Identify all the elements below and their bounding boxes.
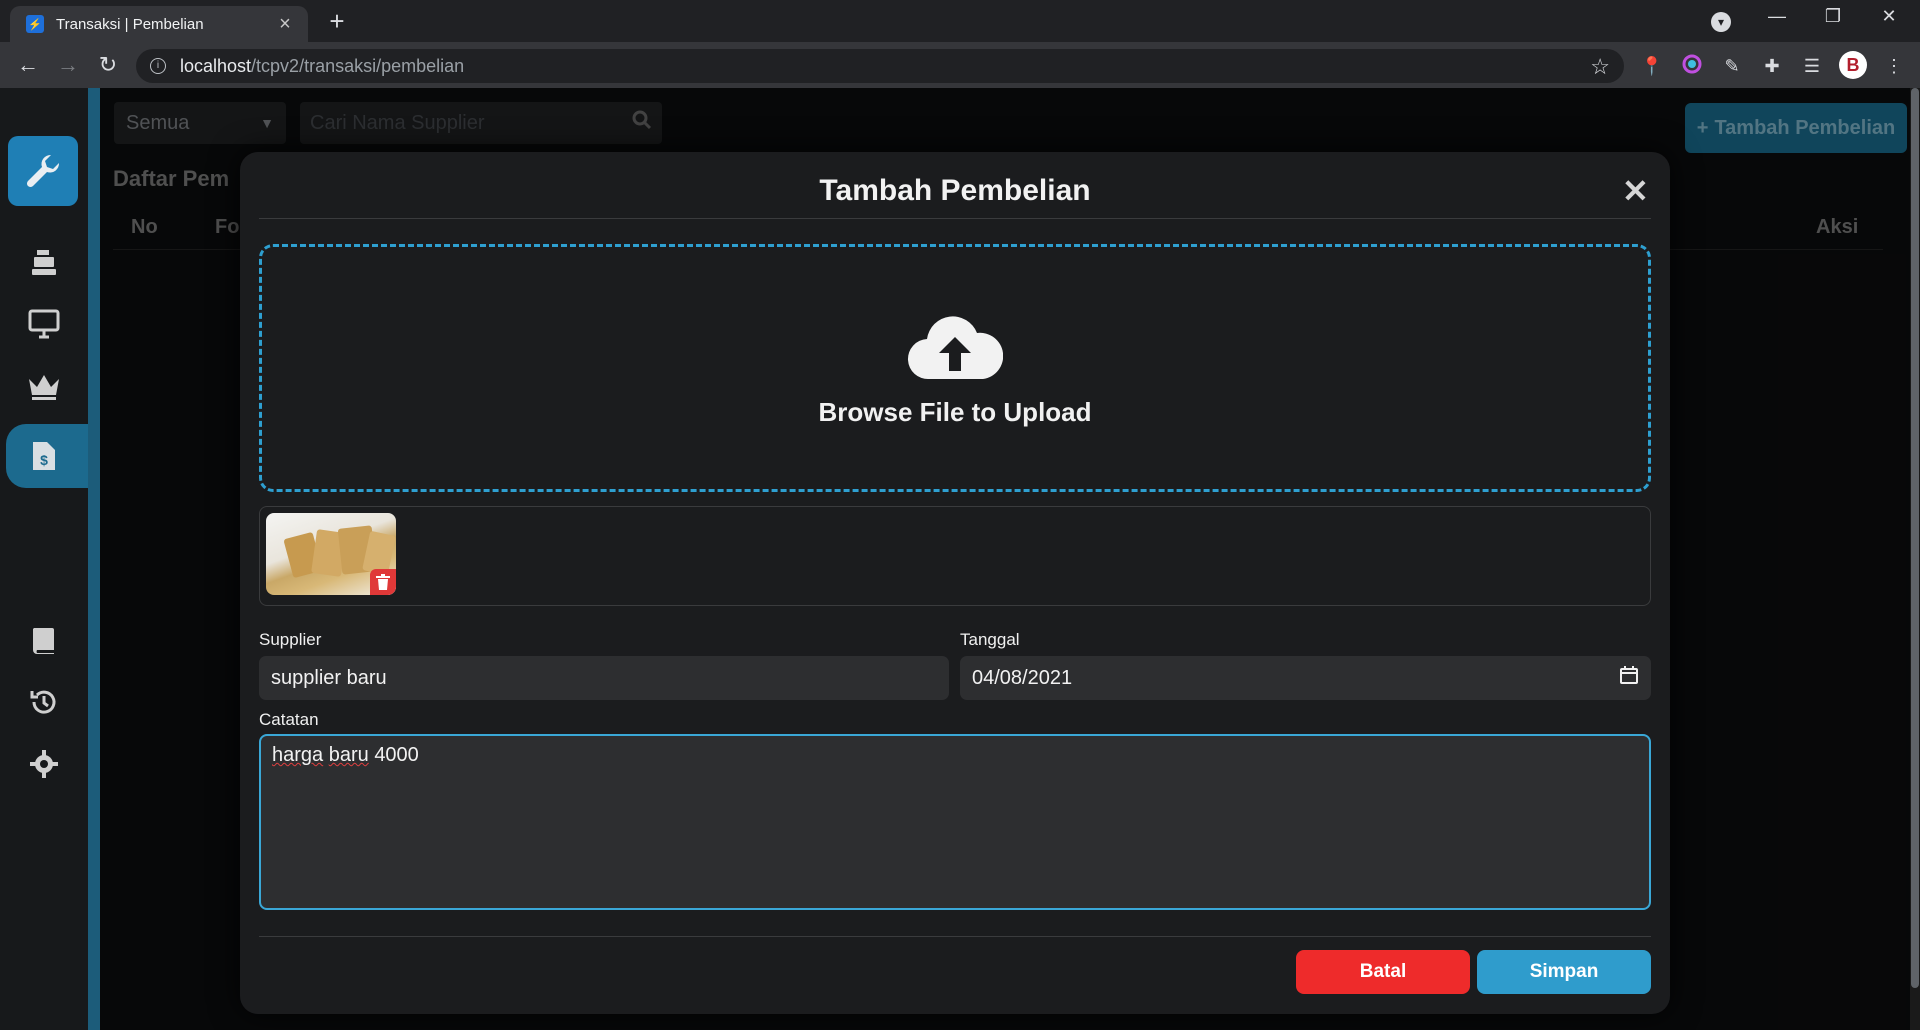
catatan-word-3: 4000: [374, 744, 419, 766]
cancel-button[interactable]: Batal: [1296, 950, 1470, 994]
upload-text: Browse File to Upload: [818, 397, 1092, 427]
url-host: localhost: [180, 55, 252, 76]
catatan-word-2: baru: [328, 744, 369, 766]
close-window-icon[interactable]: ✕: [1874, 6, 1904, 27]
save-button[interactable]: Simpan: [1477, 950, 1651, 994]
tab-close-icon[interactable]: ×: [274, 13, 296, 36]
image-preview-area: [259, 506, 1651, 606]
tab-search-icon[interactable]: ▾: [1711, 12, 1731, 32]
back-icon[interactable]: ←: [14, 51, 42, 79]
reload-icon[interactable]: ↻: [94, 51, 122, 79]
monitor-icon[interactable]: [22, 304, 66, 344]
tab-title: Transaksi | Pembelian: [56, 15, 204, 33]
page-scroll-thumb[interactable]: [1911, 88, 1919, 988]
minimize-icon[interactable]: —: [1762, 6, 1792, 27]
wrench-logo-icon[interactable]: [8, 136, 78, 206]
catatan-textarea[interactable]: harga baru 4000: [259, 734, 1651, 910]
crown-icon[interactable]: [22, 366, 66, 406]
location-pin-icon[interactable]: 📍: [1640, 54, 1664, 78]
site-info-icon[interactable]: i: [150, 58, 166, 74]
calendar-icon[interactable]: [1619, 665, 1639, 691]
invoice-icon[interactable]: $: [22, 436, 66, 476]
new-tab-button[interactable]: +: [322, 6, 352, 37]
cloud-upload-icon: [262, 315, 1648, 386]
gear-icon[interactable]: [22, 744, 66, 784]
book-icon[interactable]: [22, 620, 66, 660]
address-bar[interactable]: i localhost/tcpv2/transaksi/pembelian ☆: [136, 49, 1624, 83]
modal-divider: [259, 218, 1651, 219]
pen-extension-icon[interactable]: ✎: [1720, 54, 1744, 78]
browser-toolbar: ← → ↻ i localhost/tcpv2/transaksi/pembel…: [0, 42, 1920, 88]
close-icon[interactable]: ✕: [1622, 172, 1649, 210]
catatan-word-1: harga: [272, 744, 324, 766]
tanggal-value: 04/08/2021: [972, 666, 1073, 689]
history-icon[interactable]: [22, 682, 66, 722]
tanggal-label: Tanggal: [960, 630, 1020, 649]
delete-image-icon[interactable]: [370, 569, 396, 595]
extensions-puzzle-icon[interactable]: ✚: [1760, 54, 1784, 78]
bookmark-star-icon[interactable]: ☆: [1590, 54, 1610, 80]
catatan-label: Catatan: [259, 710, 319, 729]
sidebar: $: [0, 88, 100, 1030]
menu-kebab-icon[interactable]: ⋮: [1882, 54, 1906, 78]
svg-text:$: $: [40, 452, 48, 468]
cash-register-icon[interactable]: [22, 242, 66, 282]
image-thumbnail[interactable]: [266, 513, 396, 595]
supplier-value: supplier baru: [271, 666, 387, 689]
app-page: $ Semua ▼ Cari Nama Supplier + Tambah Pe…: [0, 88, 1920, 1030]
modal-footer-divider: [259, 936, 1651, 937]
supplier-label: Supplier: [259, 630, 322, 649]
url-path: /tcpv2/transaksi/pembelian: [251, 55, 465, 76]
media-queue-icon[interactable]: ☰: [1800, 54, 1824, 78]
file-dropzone[interactable]: Browse File to Upload: [259, 244, 1651, 492]
browser-tab[interactable]: ⚡ Transaksi | Pembelian ×: [10, 6, 308, 42]
profile-avatar[interactable]: B: [1839, 51, 1867, 79]
tanggal-field[interactable]: 04/08/2021: [960, 656, 1651, 700]
favicon-icon: ⚡: [26, 15, 44, 33]
sidebar-accent-bar: [88, 88, 100, 1030]
color-picker-extension-icon[interactable]: [1680, 54, 1704, 78]
supplier-field[interactable]: supplier baru: [259, 656, 949, 700]
forward-icon[interactable]: →: [54, 51, 82, 79]
browser-tabbar: ⚡ Transaksi | Pembelian × + ▾ — ❐ ✕: [0, 0, 1920, 42]
modal-title: Tambah Pembelian: [819, 174, 1091, 207]
add-purchase-modal: Tambah Pembelian ✕ Browse File to Upload: [240, 152, 1670, 1014]
restore-icon[interactable]: ❐: [1818, 6, 1848, 27]
